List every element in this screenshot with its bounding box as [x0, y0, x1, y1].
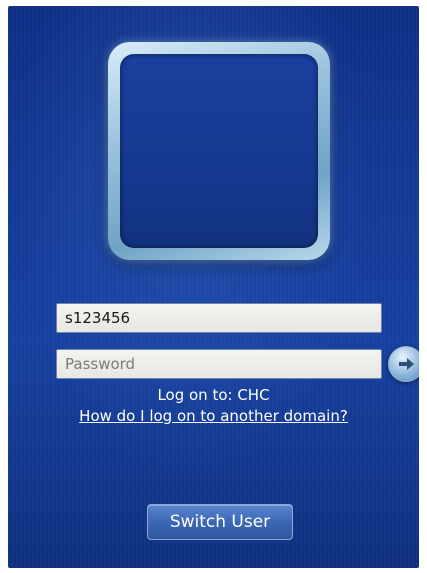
- logon-screen: Log on to: CHC How do I log on to anothe…: [8, 6, 419, 568]
- arrow-right-icon: [399, 358, 414, 370]
- username-input[interactable]: [56, 303, 382, 333]
- user-picture-frame: [108, 42, 330, 260]
- password-input[interactable]: [56, 349, 382, 379]
- other-domain-link[interactable]: How do I log on to another domain?: [8, 407, 419, 425]
- user-picture: [120, 54, 318, 248]
- logon-domain-text: Log on to: CHC: [157, 386, 270, 404]
- submit-logon-button[interactable]: [388, 346, 419, 382]
- switch-user-button[interactable]: Switch User: [147, 504, 293, 540]
